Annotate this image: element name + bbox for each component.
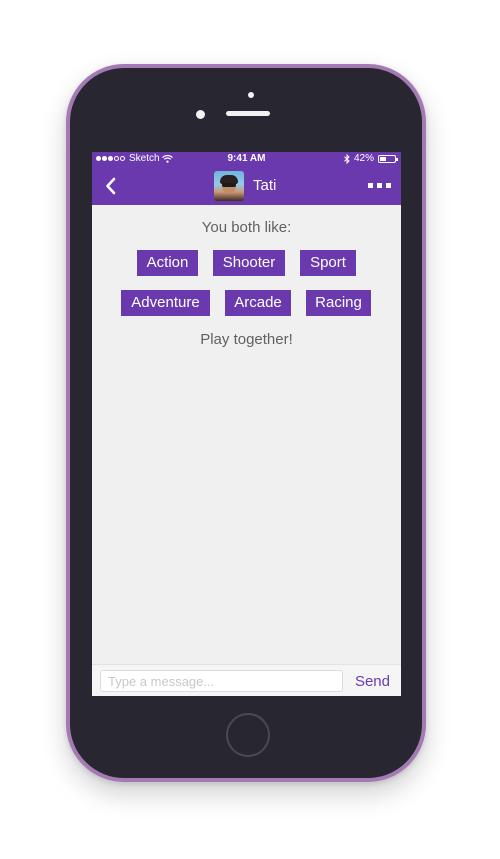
earpiece-speaker	[226, 111, 270, 116]
more-options-button[interactable]	[368, 183, 391, 188]
contact-name[interactable]: Tati	[253, 177, 276, 194]
battery-tip	[396, 157, 398, 161]
battery-percent: 42%	[353, 153, 374, 164]
avatar-glasses	[222, 183, 236, 187]
tag-adventure[interactable]: Adventure	[121, 290, 210, 316]
battery-icon	[378, 154, 398, 163]
bluetooth-icon	[344, 153, 350, 164]
tag-arcade[interactable]: Arcade	[225, 290, 291, 316]
ellipsis-icon	[386, 183, 391, 188]
front-camera	[196, 110, 205, 119]
home-button[interactable]	[226, 713, 270, 757]
send-button[interactable]: Send	[355, 673, 390, 690]
message-composer: Send	[92, 664, 401, 696]
play-together-text: Play together!	[200, 331, 293, 348]
back-button[interactable]	[104, 177, 120, 195]
tag-sport[interactable]: Sport	[300, 250, 356, 276]
nav-bar: Tati	[92, 167, 401, 205]
proximity-sensor	[248, 92, 254, 98]
chevron-left-icon	[106, 177, 116, 195]
ellipsis-icon	[377, 183, 382, 188]
battery-level	[380, 156, 386, 161]
status-right: 42%	[344, 153, 398, 164]
tag-action[interactable]: Action	[137, 250, 198, 276]
app-screen: Sketch 9:41 AM 42% Tati You both like: A…	[92, 152, 401, 696]
avatar[interactable]	[214, 171, 244, 201]
tag-racing[interactable]: Racing	[306, 290, 371, 316]
shared-interests-heading: You both like:	[201, 219, 292, 236]
tag-shooter[interactable]: Shooter	[213, 250, 285, 276]
ellipsis-icon	[368, 183, 373, 188]
status-bar: Sketch 9:41 AM 42%	[92, 152, 401, 167]
message-input[interactable]	[100, 670, 343, 692]
